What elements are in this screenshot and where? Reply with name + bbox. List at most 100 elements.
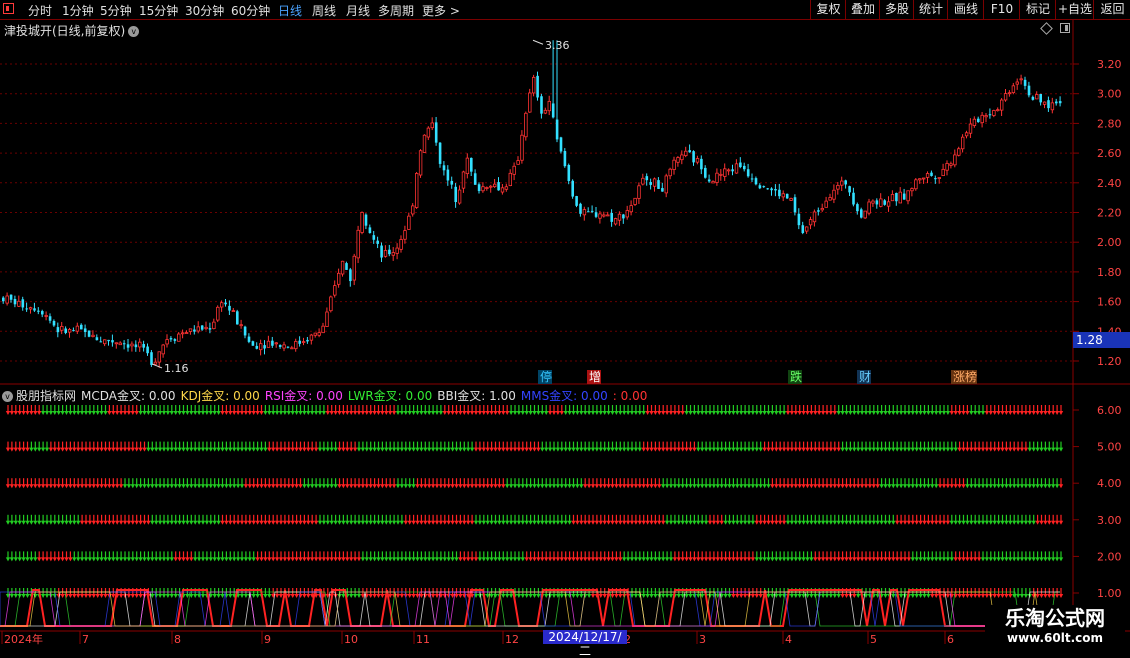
signal-arrow-head xyxy=(676,520,681,525)
candle-body xyxy=(817,210,820,212)
candle-body xyxy=(157,351,161,363)
signal-arrow-head xyxy=(216,594,221,598)
signal-arrow-head xyxy=(286,411,291,415)
signal-arrow-head xyxy=(134,557,139,562)
signal-arrow-head xyxy=(329,411,334,415)
signal-arrow-head xyxy=(454,557,459,562)
signal-arrow-head xyxy=(267,557,272,562)
signal-arrow-head xyxy=(965,594,970,598)
signal-arrow-head xyxy=(668,520,674,525)
signal-arrow-head xyxy=(859,447,865,452)
signal-arrow-head xyxy=(559,557,564,562)
signal-arrow-head xyxy=(368,484,373,489)
signal-arrow-head xyxy=(1008,520,1013,525)
signal-arrow-head xyxy=(415,484,420,489)
signal-arrow-head xyxy=(216,484,221,489)
candle-body xyxy=(188,328,193,332)
signal-arrow-head xyxy=(563,411,568,415)
signal-arrow-head xyxy=(232,411,237,415)
candle-body xyxy=(255,345,259,349)
signal-arrow-head xyxy=(310,557,315,562)
signal-arrow-head xyxy=(87,484,93,489)
candle-body xyxy=(625,210,629,218)
signal-arrow-head xyxy=(76,484,81,489)
signal-arrow-head xyxy=(906,520,912,525)
signal-arrow-head xyxy=(551,557,557,562)
signal-arrow-head xyxy=(442,411,447,415)
candle-body xyxy=(762,186,766,188)
signal-arrow-head xyxy=(271,557,276,562)
signal-arrow-head xyxy=(571,594,576,598)
signal-arrow-head xyxy=(832,447,837,452)
signal-arrow-head xyxy=(29,447,34,452)
signal-arrow-head xyxy=(52,594,57,598)
candle-body xyxy=(1047,100,1050,109)
candle-body xyxy=(684,150,688,156)
candle-body xyxy=(212,321,216,330)
candle-body xyxy=(64,328,67,333)
signal-arrow-head xyxy=(95,411,100,415)
signal-arrow-head xyxy=(813,557,818,562)
signal-arrow-head xyxy=(216,411,221,415)
signal-arrow-head xyxy=(676,557,681,562)
signal-arrow-head xyxy=(1047,520,1052,525)
signal-arrow-head xyxy=(988,411,993,415)
signal-arrow-head xyxy=(856,447,861,452)
signal-arrow-head xyxy=(235,484,241,489)
signal-arrow-head xyxy=(1047,594,1052,598)
signal-arrow-head xyxy=(1015,484,1021,489)
signal-arrow-head xyxy=(973,594,978,598)
signal-arrow-head xyxy=(33,484,38,489)
signal-arrow-head xyxy=(711,411,717,415)
signal-arrow-head xyxy=(29,411,34,415)
kline-chart[interactable]: 3.203.002.802.602.402.202.001.801.601.40… xyxy=(0,0,1130,650)
candle-body xyxy=(457,189,462,204)
signal-arrow-head xyxy=(512,557,518,562)
signal-arrow-head xyxy=(200,484,206,489)
candle-body xyxy=(770,188,773,191)
signal-arrow-head xyxy=(99,484,104,489)
signal-arrow-head xyxy=(111,411,116,415)
signal-arrow-head xyxy=(204,411,210,415)
signal-arrow-head xyxy=(618,557,623,562)
candle-body xyxy=(438,142,442,164)
signal-arrow-head xyxy=(142,557,147,562)
signal-arrow-head xyxy=(610,484,615,489)
signal-arrow-head xyxy=(388,447,393,452)
signal-arrow-head xyxy=(107,557,112,562)
signal-arrow-head xyxy=(980,484,986,489)
candle-body xyxy=(21,299,25,308)
signal-arrow-head xyxy=(337,557,342,562)
signal-arrow-head xyxy=(497,447,502,452)
candle-body xyxy=(532,76,536,94)
signal-arrow-head xyxy=(824,447,830,452)
signal-arrow-head xyxy=(333,484,338,489)
signal-arrow-head xyxy=(1035,447,1040,452)
signal-arrow-head xyxy=(914,411,919,415)
signal-arrow-head xyxy=(95,557,100,562)
signal-arrow-head xyxy=(1008,557,1013,562)
signal-arrow-head xyxy=(516,594,522,598)
chevron-down-icon[interactable]: v xyxy=(2,391,13,402)
candle-body xyxy=(473,173,477,185)
signal-arrow-head xyxy=(789,484,795,489)
signal-arrow-head xyxy=(239,557,245,562)
signal-arrow-head xyxy=(902,447,908,452)
signal-arrow-head xyxy=(1023,594,1029,598)
signal-arrow-head xyxy=(44,557,50,562)
signal-arrow-head xyxy=(902,484,908,489)
signal-arrow-head xyxy=(676,447,681,452)
signal-arrow-head xyxy=(914,447,919,452)
signal-arrow-head xyxy=(9,484,15,489)
signal-arrow-head xyxy=(766,411,771,415)
signal-arrow-head xyxy=(606,557,611,562)
signal-arrow-head xyxy=(37,484,42,489)
signal-arrow-head xyxy=(345,484,350,489)
signal-arrow-head xyxy=(871,484,876,489)
signal-arrow-head xyxy=(544,484,549,489)
signal-arrow-head xyxy=(157,557,163,562)
signal-arrow-head xyxy=(914,484,919,489)
candle-body xyxy=(243,326,247,336)
signal-arrow-head xyxy=(883,557,888,562)
signal-arrow-head xyxy=(926,520,931,525)
